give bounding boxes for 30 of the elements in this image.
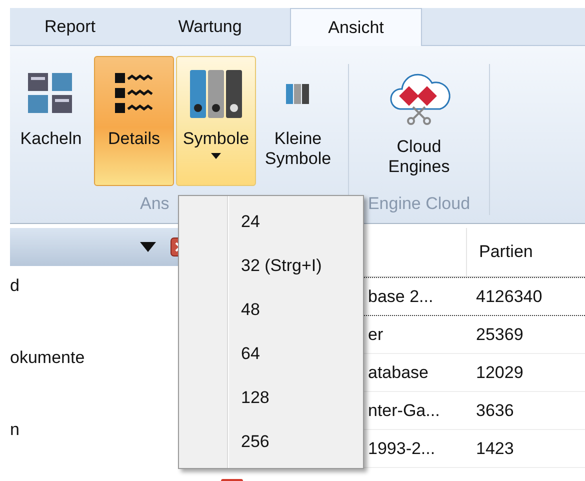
binders-icon [284, 82, 312, 106]
table-cell: nter-Ga... [368, 400, 440, 420]
menu-item[interactable]: 24 [179, 200, 363, 244]
ribbon-tab[interactable]: Wartung [130, 8, 290, 45]
group-label: Engine Cloud [366, 193, 472, 214]
table-cell: base 2... [368, 286, 434, 306]
table-cell: 1993-2... [368, 438, 436, 458]
menu-item[interactable]: 256 [179, 420, 363, 464]
ribbon-tab[interactable]: Ansicht [290, 8, 422, 46]
table-cell: atabase [368, 362, 428, 382]
column-header[interactable]: Partien [467, 228, 533, 276]
table-cell-text: 3636 [475, 400, 514, 420]
table-cell-text: 25369 [475, 324, 524, 344]
table-cell-text: 1423 [475, 438, 514, 458]
menu-item[interactable]: 48 [179, 288, 363, 332]
ribbon-button[interactable]: Symbole [176, 56, 256, 186]
ribbon-button[interactable]: Kleine Symbole [258, 56, 338, 186]
menu-item[interactable]: 128 [179, 376, 363, 420]
ribbon-button[interactable]: Cloud Engines [359, 56, 479, 186]
menu-item[interactable]: 32 (Strg+I) [179, 244, 363, 288]
menu-item[interactable]: 64 [179, 332, 363, 376]
ribbon-tab[interactable]: Report [10, 8, 130, 45]
dropdown-arrow-icon[interactable] [140, 242, 156, 252]
group-label: Ans [139, 193, 170, 214]
table-cell-text: 12029 [475, 362, 524, 382]
table-cell-text: 4126340 [475, 286, 542, 306]
ribbon-button[interactable]: Details [94, 56, 174, 186]
binders-icon [188, 68, 244, 120]
table-cell: er [368, 324, 384, 344]
ribbon-button[interactable]: Kacheln [10, 56, 92, 186]
